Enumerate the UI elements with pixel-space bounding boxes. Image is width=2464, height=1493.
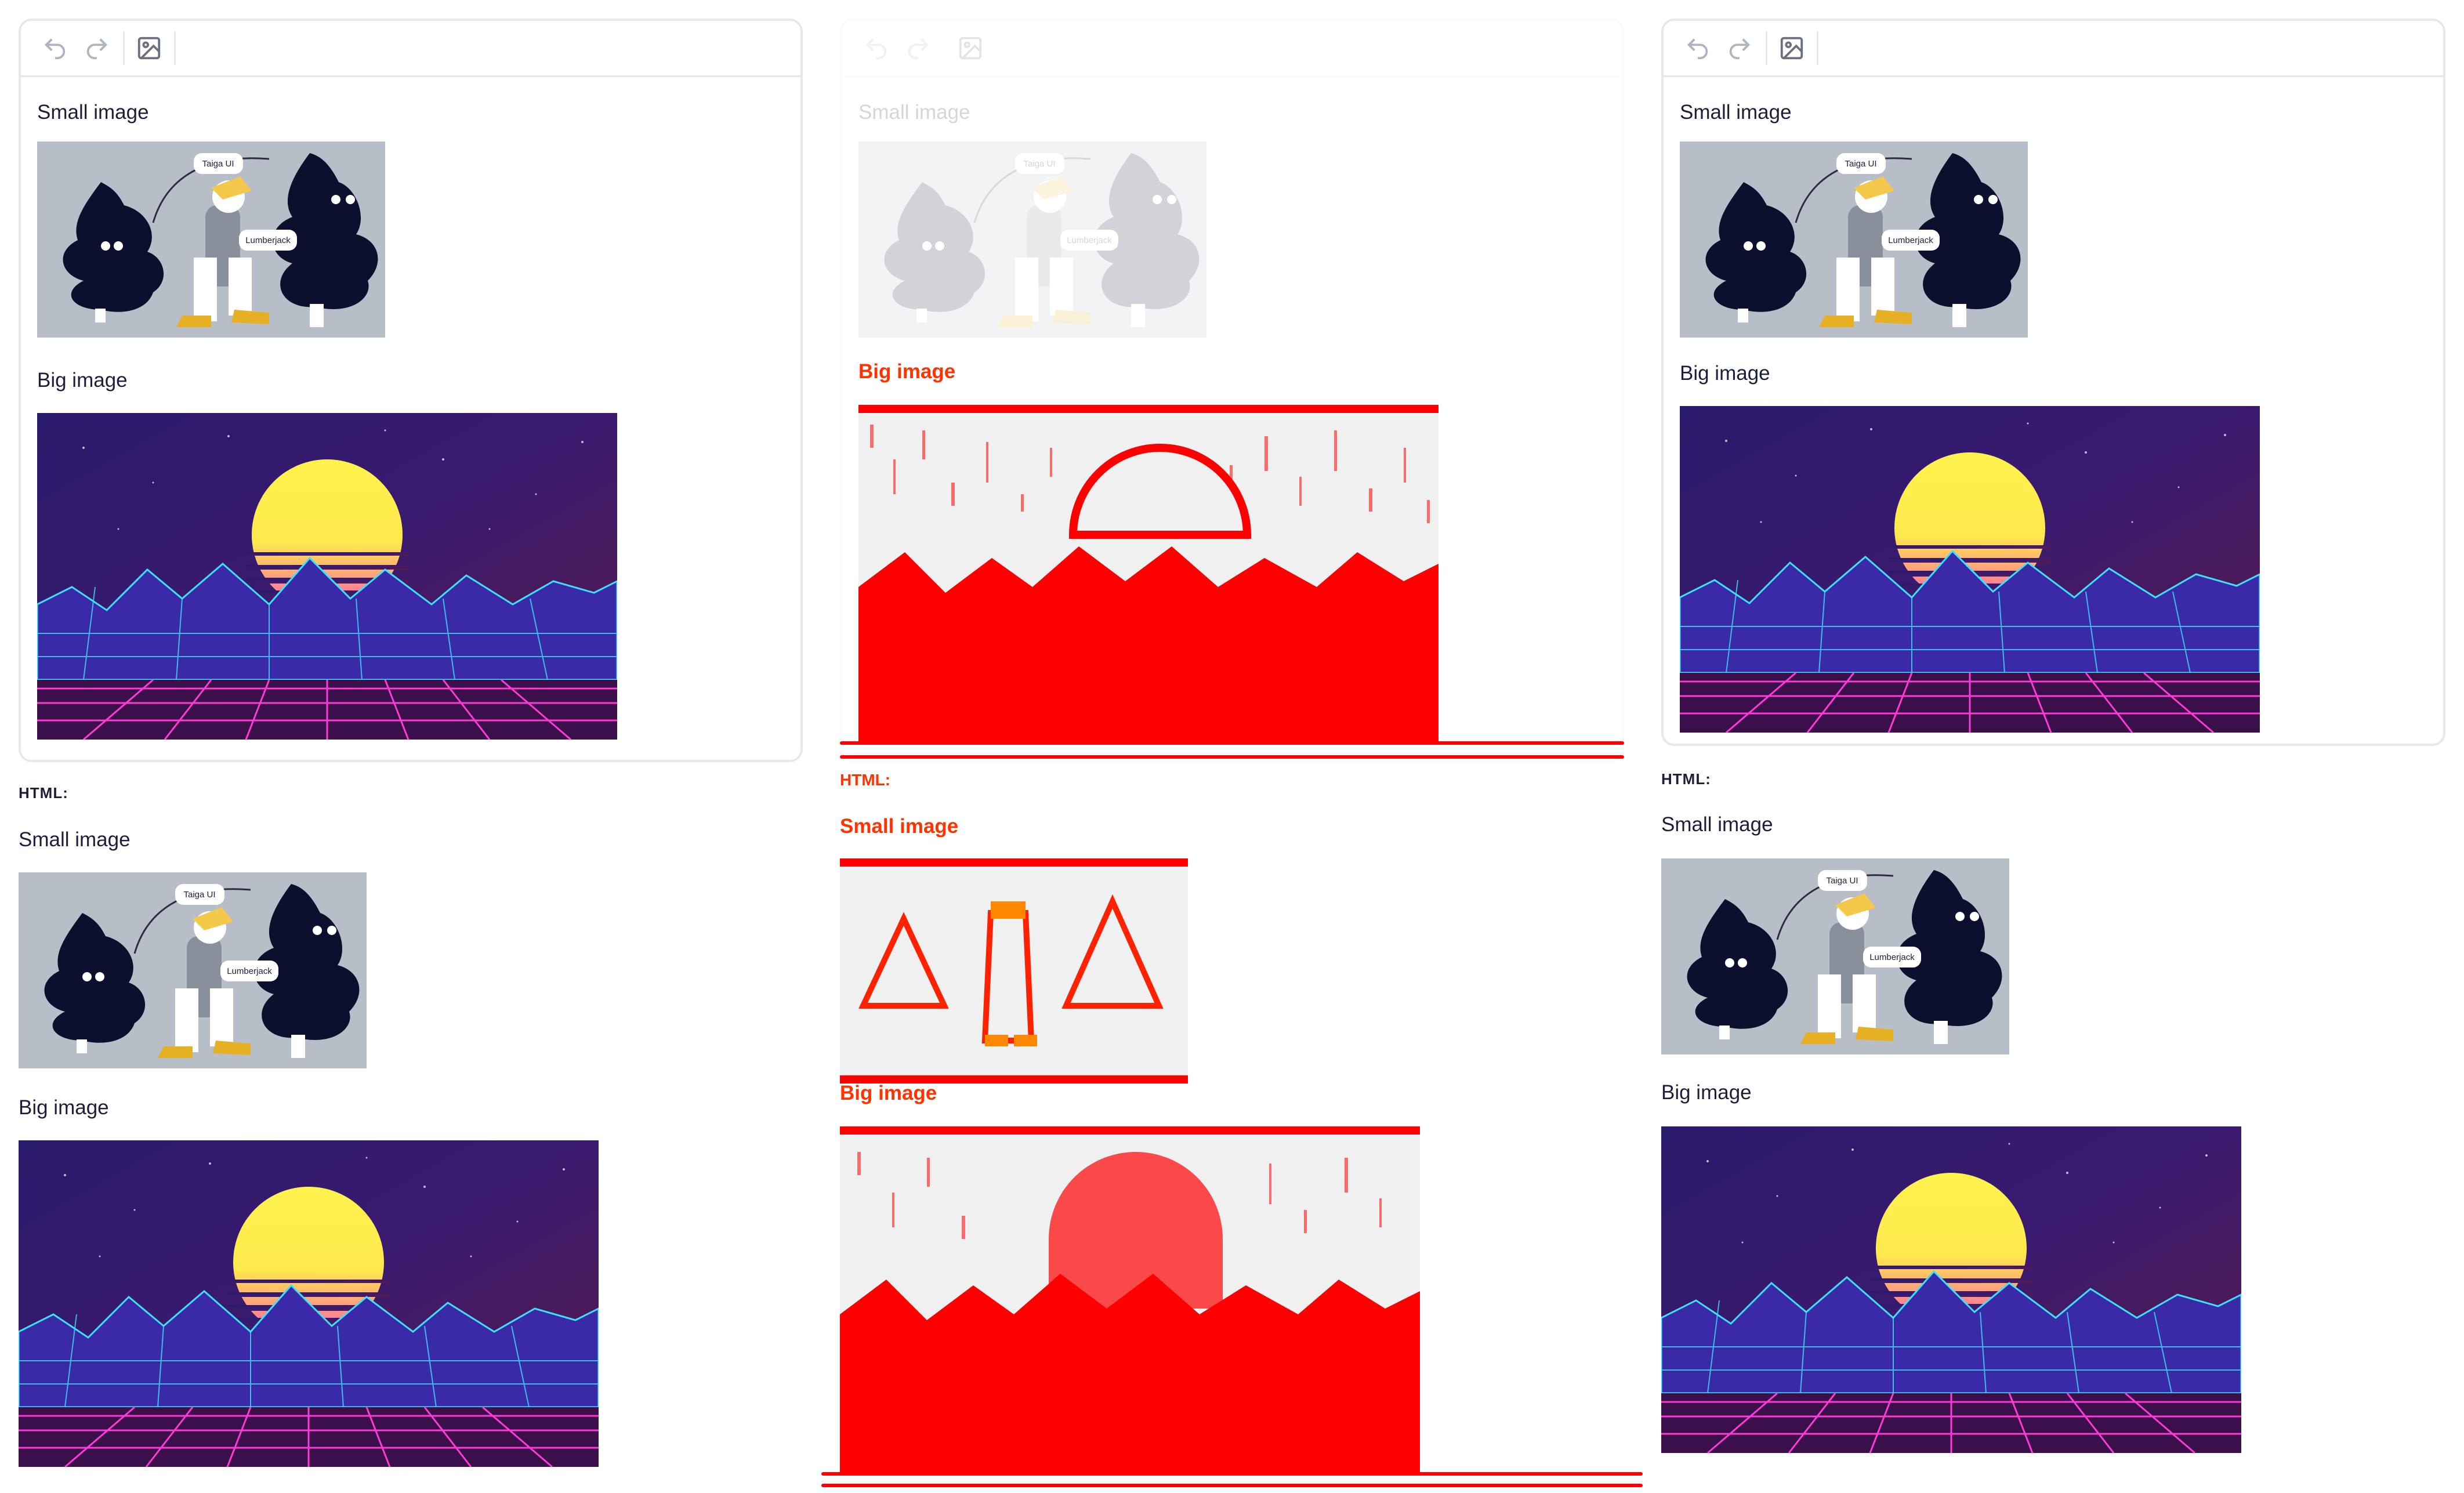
panel-expected: Small image Taiga UI Lumberjack Big imag… [19,0,803,1493]
big-image[interactable] [1680,406,2260,733]
diff-html-big-image [840,1126,1420,1473]
lumberjack-tag: Lumberjack [1888,235,1933,245]
diff-image-button [954,31,987,65]
undo-button[interactable] [1681,31,1715,65]
editor-toolbar [21,21,800,77]
lumberjack-illustration: Taiga UI Lumberjack [19,872,367,1068]
lumberjack-illustration: Taiga UI Lumberjack [858,142,1206,338]
synthwave-illustration [19,1140,599,1467]
taiga-tag: Taiga UI [1826,876,1858,886]
html-big-image-label: Big image [1661,1081,1752,1104]
editor-actual[interactable]: Small image Taiga UI Lumberjack Big imag… [1661,19,2445,746]
synthwave-illustration [37,413,617,740]
html-small-image: Taiga UI Lumberjack [19,872,367,1068]
taiga-tag: Taiga UI [1845,159,1876,169]
redo-icon [86,38,108,60]
diff-html-heading: HTML: [840,771,891,789]
taiga-tag: Taiga UI [183,890,215,900]
insert-image-button[interactable] [1775,31,1809,65]
redo-icon [1729,38,1751,60]
undo-icon [1687,38,1708,60]
diff-redo-button [901,31,935,65]
undo-icon [865,38,887,60]
image-icon [137,37,161,60]
html-heading: HTML: [1661,770,1711,788]
diff-html-big-image-mask [840,1135,1420,1473]
redo-button[interactable] [1723,31,1756,65]
panel-actual: Small image Taiga UI Lumberjack Big imag… [1661,0,2445,1493]
diff-html-small-image [840,858,1188,1083]
diff-bottom-rule [821,1472,1643,1476]
html-small-image-label: Small image [1661,813,1773,836]
html-big-image-label: Big image [19,1096,109,1119]
diff-html-big-label: Big image [840,1082,937,1104]
diff-undo-button [860,31,893,65]
diff-bottom-rule-2 [821,1484,1643,1487]
big-image[interactable] [37,413,617,740]
diff-small-image-label: Small image [858,101,970,124]
image-icon [1780,37,1803,60]
html-small-image-label: Small image [19,828,131,851]
html-heading: HTML: [19,784,68,802]
diff-border-rule [840,741,1624,745]
undo-icon [44,38,66,60]
synthwave-illustration [1661,1126,2241,1453]
image-icon [959,37,982,60]
undo-button[interactable] [38,31,72,65]
panel-diff: Small image Taiga UI Lumberjack Big imag… [821,0,1643,1493]
diff-big-image [858,405,1438,744]
small-image-label: Small image [1680,101,1792,124]
taiga-tag: Taiga UI [1023,159,1055,169]
redo-icon [908,38,929,60]
synthwave-illustration [1680,406,2260,733]
big-image-label: Big image [1680,362,1770,385]
lumberjack-illustration: Taiga UI Lumberjack [1661,858,2009,1054]
html-big-image [1661,1126,2241,1453]
diff-html-small-label: Small image [840,815,959,838]
html-small-image: Taiga UI Lumberjack [1661,858,2009,1054]
editor-toolbar [1664,21,2443,77]
lumberjack-illustration: Taiga UI Lumberjack [37,142,385,338]
small-image-label: Small image [37,101,149,124]
html-big-image [19,1140,599,1467]
lumberjack-tag: Lumberjack [245,235,291,245]
diff-big-image-label: Big image [858,360,956,383]
diff-small-image-mask [840,867,1188,1075]
small-image[interactable]: Taiga UI Lumberjack [37,142,385,338]
diff-toolbar [842,21,1622,77]
big-image-label: Big image [37,369,128,392]
small-image[interactable]: Taiga UI Lumberjack [1680,142,2028,338]
lumberjack-tag: Lumberjack [1067,235,1112,245]
insert-image-button[interactable] [132,31,166,65]
lumberjack-tag: Lumberjack [1869,952,1915,962]
lumberjack-illustration: Taiga UI Lumberjack [1680,142,2028,338]
editor[interactable]: Small image Taiga UI Lumberjack Big imag… [19,19,803,762]
lumberjack-tag: Lumberjack [227,966,272,976]
diff-border-rule-2 [840,755,1624,759]
taiga-tag: Taiga UI [202,159,234,169]
redo-button[interactable] [80,31,114,65]
diff-small-image: Taiga UI Lumberjack [858,142,1206,338]
diff-big-image-mask [858,413,1438,744]
